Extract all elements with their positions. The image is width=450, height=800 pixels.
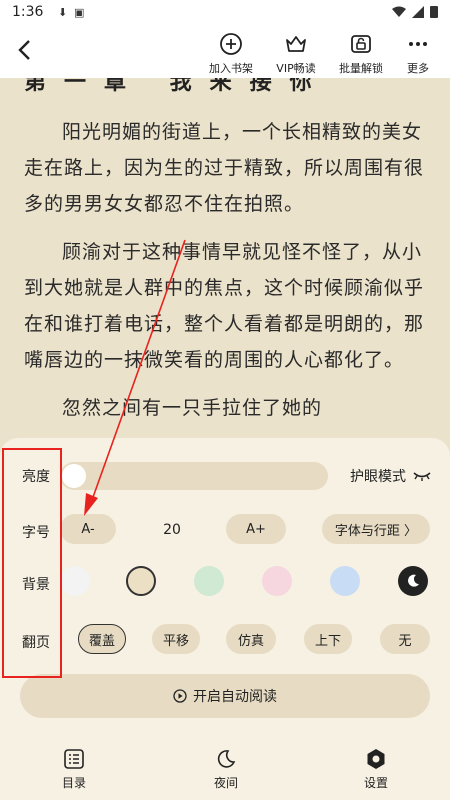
catalog-list-icon [64,749,84,769]
auto-read-label: 开启自动阅读 [193,689,277,705]
eye-protection-toggle[interactable]: 护眼模式 [350,466,432,486]
status-time: 1:36 [12,4,44,20]
battery-icon [430,6,438,18]
add-to-shelf-button[interactable]: 加入书架 [201,32,261,76]
vip-read-button[interactable]: VIP畅读 [266,32,326,76]
add-to-shelf-label: 加入书架 [209,62,253,75]
more-dots-icon [409,42,427,46]
nav-settings[interactable]: 设置 [346,748,406,791]
moon-icon [408,574,419,587]
signal-icon [412,5,424,18]
nav-catalog[interactable]: 目录 [44,748,104,791]
vip-read-label: VIP畅读 [276,62,316,75]
background-swatch-dark[interactable] [398,566,428,596]
status-icons [392,5,438,18]
nav-settings-label: 设置 [363,776,388,790]
background-swatch-green[interactable] [194,566,224,596]
crown-icon [286,36,306,52]
flip-mode-simulate[interactable]: 仿真 [226,624,276,654]
flip-mode-cover[interactable]: 覆盖 [78,624,126,654]
batch-unlock-button[interactable]: 批量解锁 [331,32,391,76]
bottom-nav: 目录 夜间 设置 [0,736,450,800]
download-icon: ⬇ [58,6,68,19]
background-swatch-white[interactable] [60,566,90,596]
eye-protection-label: 护眼模式 [350,469,406,485]
chapter-title: 第一章 我来接你 [24,78,330,95]
reader-toolbar: 加入书架 VIP畅读 批量解锁 更多 [0,26,450,78]
auto-read-button[interactable]: 开启自动阅读 [20,674,430,718]
brightness-slider-thumb[interactable] [62,464,86,488]
flip-mode-none[interactable]: 无 [380,624,430,654]
font-decrease-button[interactable]: A- [60,514,116,544]
flip-mode-slide[interactable]: 平移 [152,624,200,654]
batch-unlock-label: 批量解锁 [339,62,383,75]
background-swatch-beige[interactable] [126,566,156,596]
more-button[interactable]: 更多 [388,32,448,76]
font-increase-button[interactable]: A+ [226,514,286,544]
annotation-highlight-box [2,448,62,678]
nav-night-label: 夜间 [213,776,238,790]
unlock-icon [351,35,371,53]
crescent-moon-icon [217,750,236,768]
reader-content[interactable]: 第一章 我来接你 阳光明媚的街道上，一个长相精致的美女走在路上，因为生的过于精致… [0,78,450,448]
flip-mode-vertical[interactable]: 上下 [304,624,352,654]
hexagon-gear-icon [367,749,385,769]
background-swatch-blue[interactable] [330,566,360,596]
plus-circle-icon [220,33,242,55]
paragraph-1: 阳光明媚的街道上，一个长相精致的美女走在路上，因为生的过于精致，所以周围有很多的… [24,121,425,215]
back-arrow-icon[interactable] [14,36,36,64]
play-circle-icon [173,689,187,703]
more-label: 更多 [407,62,429,75]
background-swatch-pink[interactable] [262,566,292,596]
app-notification-icon: ▣ [74,6,85,19]
font-size-value: 20 [163,522,181,538]
paragraph-3: 忽然之间有一只手拉住了她的 [62,397,323,419]
wifi-icon [392,6,406,17]
reader-settings-panel: 亮度 护眼模式 字号 A- 20 A+ 字体与行距 〉 背景 翻页 覆盖 平移 … [0,438,450,800]
closed-eye-icon [413,472,431,481]
brightness-slider[interactable] [60,462,328,490]
paragraph-2: 顾渝对于这种事情早就见怪不怪了，从小到大她就是人群中的焦点，这个时候顾渝似乎在和… [24,241,425,371]
status-bar: 1:36 ⬇ ▣ [0,0,450,26]
nav-night[interactable]: 夜间 [196,748,256,791]
nav-catalog-label: 目录 [61,776,86,790]
font-spacing-button[interactable]: 字体与行距 〉 [322,514,430,544]
